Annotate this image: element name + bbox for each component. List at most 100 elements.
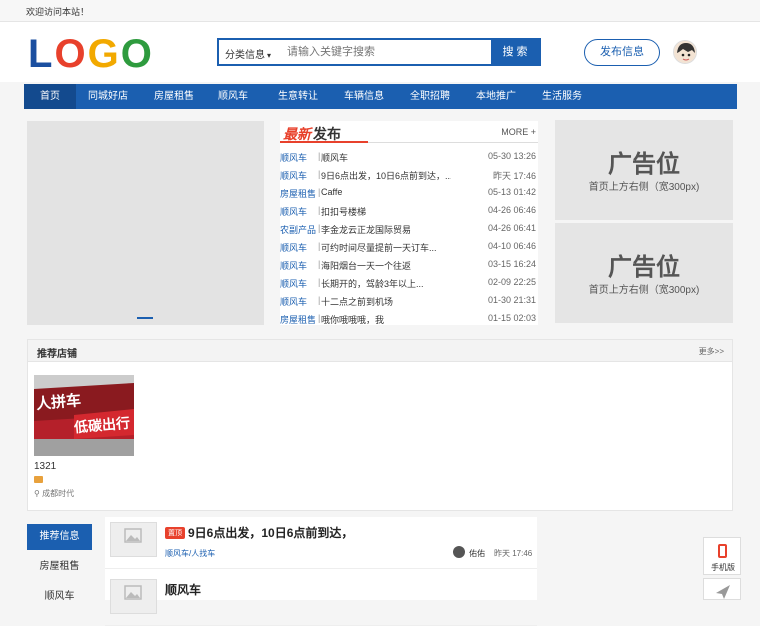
nav-item-home[interactable]: 首页: [24, 84, 76, 109]
list-item-user[interactable]: 佑佑: [469, 548, 485, 559]
search-input[interactable]: [287, 41, 487, 63]
news-category[interactable]: 顺风车: [280, 241, 318, 254]
news-title-link[interactable]: 9日6点出发，10日6点前到达，...: [321, 169, 451, 182]
ad-title: 广告位: [608, 151, 680, 178]
search-category-select[interactable]: 分类信息 ▾: [225, 46, 271, 61]
separator: |: [318, 277, 321, 287]
nav-item-jobs[interactable]: 全职招聘: [402, 84, 458, 109]
list-item-title[interactable]: 顺风车: [165, 581, 201, 598]
news-title-link[interactable]: Caffe: [321, 187, 451, 197]
sidebar-item-recommended[interactable]: 推荐信息: [27, 524, 92, 550]
nav-item-carpool[interactable]: 顺风车: [210, 84, 256, 109]
main-nav: 首页 同城好店 房屋租售 顺风车 生意转让 车辆信息 全职招聘 本地推广 生活服…: [24, 84, 737, 109]
news-more-link[interactable]: MORE +: [501, 127, 536, 137]
separator: |: [318, 151, 321, 161]
post-info-button[interactable]: 发布信息: [584, 39, 660, 66]
news-row[interactable]: 顺风车 | 长期开的，驾龄3年以上... 02-09 22:25: [280, 274, 538, 292]
news-category[interactable]: 顺风车: [280, 151, 318, 164]
shop-badge-icon: [34, 476, 43, 483]
news-row[interactable]: 房屋租售 | Caffe 05-13 01:42: [280, 184, 538, 202]
news-category[interactable]: 顺风车: [280, 169, 318, 182]
category-sidebar: 推荐信息 房屋租售 顺风车: [27, 524, 92, 614]
news-time: 01-15 02:03: [487, 313, 536, 323]
pinned-badge: 置顶: [165, 527, 185, 539]
header: LOGO 分类信息▾ 搜 索 发布信息: [0, 22, 760, 82]
separator: |: [318, 259, 321, 269]
news-row[interactable]: 房屋租售 | 哦你哦哦哦，我 01-15 02:03: [280, 310, 538, 328]
info-list: 置顶 9日6点出发，10日6点前到达， 顺风车/人找车 佑佑 昨天 17:46 …: [105, 517, 537, 626]
news-category[interactable]: 农副产品: [280, 223, 318, 236]
news-title-underline: [280, 141, 368, 143]
shop-image-text: 人拼车: [35, 392, 82, 413]
list-item-category[interactable]: 顺风车/人找车: [165, 548, 215, 559]
latest-news: 最新 发布 MORE + 顺风车 | 顺风车 05-30 13:26 顺风车 | 9日6点…: [280, 121, 538, 325]
news-row[interactable]: 农副产品 | 李金龙云正龙国际贸易 04-26 06:41: [280, 220, 538, 238]
share-button[interactable]: [703, 578, 741, 600]
nav-item-vehicles[interactable]: 车辆信息: [336, 84, 392, 109]
user-avatar[interactable]: [673, 40, 697, 64]
news-time: 04-26 06:46: [487, 205, 536, 215]
news-time: 05-30 13:26: [487, 151, 536, 161]
news-time: 01-30 21:31: [487, 295, 536, 305]
nav-item-life-services[interactable]: 生活服务: [534, 84, 590, 109]
welcome-text: 欢迎访问本站！: [26, 7, 90, 17]
image-placeholder-icon: [110, 522, 157, 557]
sidebar-item-carpool[interactable]: 顺风车: [27, 584, 92, 610]
separator: |: [318, 295, 321, 305]
slider-indicator[interactable]: [137, 317, 153, 319]
news-title-link[interactable]: 长期开的，驾龄3年以上...: [321, 277, 451, 290]
nav-item-promotion[interactable]: 本地推广: [468, 84, 524, 109]
news-title-link[interactable]: 扣扣号楼梯: [321, 205, 451, 218]
news-row[interactable]: 顺风车 | 扣扣号楼梯 04-26 06:46: [280, 202, 538, 220]
mobile-version-button[interactable]: 手机版: [703, 537, 741, 575]
news-row[interactable]: 顺风车 | 9日6点出发，10日6点前到达，... 昨天 17:46: [280, 166, 538, 184]
news-header: 最新 发布 MORE +: [280, 121, 538, 143]
shop-image[interactable]: 人拼车 低碳出行: [34, 375, 134, 456]
paper-plane-icon: [716, 585, 730, 599]
news-title-link[interactable]: 哦你哦哦哦，我: [321, 313, 451, 326]
separator: |: [318, 205, 321, 215]
shop-location: ⚲ 成都时代: [34, 489, 75, 498]
news-category[interactable]: 顺风车: [280, 277, 318, 290]
news-time: 03-15 16:24: [487, 259, 536, 269]
news-title-link[interactable]: 顺风车: [321, 151, 451, 164]
news-time: 05-13 01:42: [487, 187, 536, 197]
site-logo[interactable]: LOGO: [28, 34, 154, 74]
ad-slot-2[interactable]: 广告位 首页上方右侧（宽300px): [555, 223, 733, 323]
news-row[interactable]: 顺风车 | 可约时间尽量提前一天订车... 04-10 06:46: [280, 238, 538, 256]
list-item[interactable]: 置顶 9日6点出发，10日6点前到达， 顺风车/人找车 佑佑 昨天 17:46: [105, 517, 537, 569]
news-category[interactable]: 顺风车: [280, 259, 318, 272]
news-time: 昨天 17:46: [492, 171, 536, 181]
user-avatar-small: [453, 546, 465, 558]
news-title-link[interactable]: 十二点之前到机场: [321, 295, 451, 308]
news-row[interactable]: 顺风车 | 海阳烟台一天一个往返 03-15 16:24: [280, 256, 538, 274]
news-row[interactable]: 顺风车 | 顺风车 05-30 13:26: [280, 148, 538, 166]
list-item[interactable]: 顺风车: [105, 574, 537, 626]
news-category[interactable]: 顺风车: [280, 205, 318, 218]
nav-item-business-transfer[interactable]: 生意转让: [270, 84, 326, 109]
news-title-link[interactable]: 可约时间尽量提前一天订车...: [321, 241, 451, 254]
avatar-icon: [674, 41, 696, 63]
news-category[interactable]: 顺风车: [280, 295, 318, 308]
news-row[interactable]: 顺风车 | 十二点之前到机场 01-30 21:31: [280, 292, 538, 310]
search-box: 分类信息▾ 搜 索: [217, 38, 541, 66]
news-title-link[interactable]: 海阳烟台一天一个往返: [321, 259, 451, 272]
chevron-down-icon: ▾: [267, 51, 272, 60]
nav-item-housing[interactable]: 房屋租售: [146, 84, 202, 109]
list-item-title[interactable]: 9日6点出发，10日6点前到达，: [188, 524, 353, 541]
shop-name[interactable]: 1321: [34, 461, 56, 472]
picture-icon: [124, 528, 142, 543]
nav-item-shops[interactable]: 同城好店: [80, 84, 136, 109]
banner-slider[interactable]: [27, 121, 264, 325]
news-category[interactable]: 房屋租售: [280, 187, 318, 200]
phone-icon: [718, 544, 727, 558]
separator: |: [318, 169, 321, 179]
ad-slot-1[interactable]: 广告位 首页上方右侧（宽300px): [555, 120, 733, 220]
news-category[interactable]: 房屋租售: [280, 313, 318, 326]
sidebar-item-housing[interactable]: 房屋租售: [27, 554, 92, 580]
ad-subtitle: 首页上方右侧（宽300px): [588, 285, 700, 296]
shops-more-link[interactable]: 更多>>: [699, 346, 724, 357]
search-button[interactable]: 搜 索: [491, 40, 539, 64]
news-title-link[interactable]: 李金龙云正龙国际贸易: [321, 223, 451, 236]
separator: |: [318, 241, 321, 251]
